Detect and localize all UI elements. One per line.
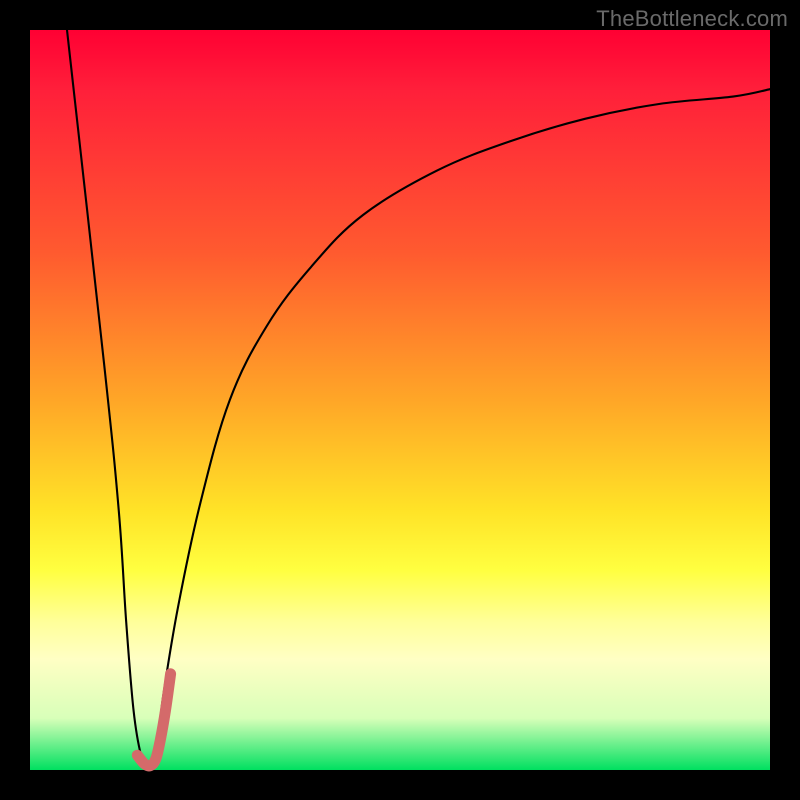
plot-area [30,30,770,770]
watermark-text: TheBottleneck.com [596,6,788,32]
highlight-segment [137,674,170,766]
curves-layer [30,30,770,770]
main-curve [67,30,770,770]
chart-frame: TheBottleneck.com [0,0,800,800]
